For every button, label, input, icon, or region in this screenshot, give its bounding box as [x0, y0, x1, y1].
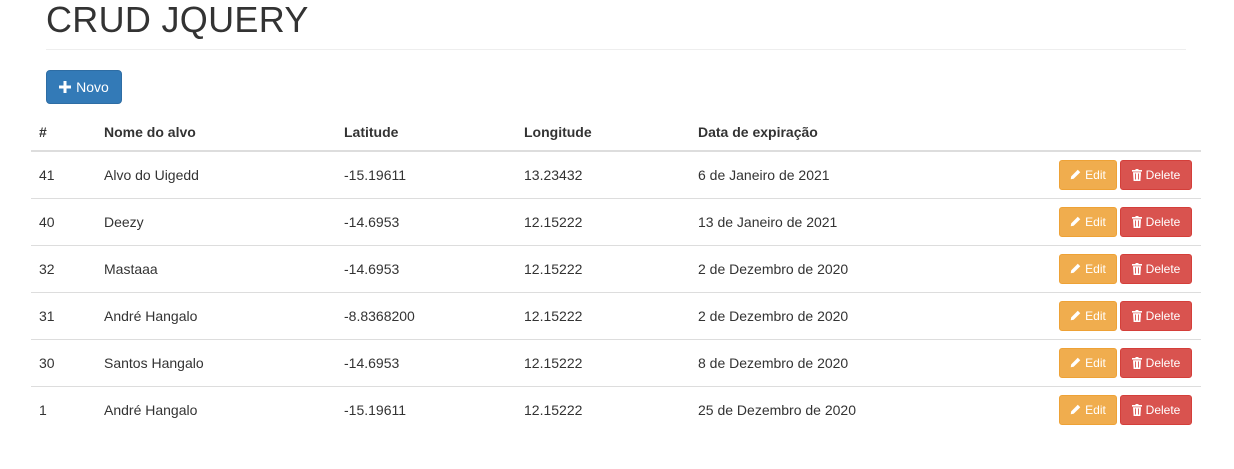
cell-name: Alvo do Uigedd [104, 166, 199, 183]
trash-icon [1131, 262, 1142, 275]
cell-name: Santos Hangalo [96, 338, 336, 386]
trash-icon [1131, 215, 1142, 228]
cell-longitude: 12.15222 [516, 291, 690, 339]
header-actions [990, 113, 1201, 152]
cell-expiry: 6 de Janeiro de 2021 [698, 166, 830, 183]
table-row: 31 André Hangalo -8.8368200 12.15222 2 de De… [31, 291, 1201, 339]
cell-expiry: 8 de Dezembro de 2020 [690, 338, 990, 386]
cell-actions: Edit Delete [990, 291, 1201, 339]
new-button-label: Novo [76, 79, 109, 95]
pencil-icon [1070, 216, 1081, 227]
cell-name: Deezy [96, 197, 336, 245]
cell-expiry: 2 de Dezembro de 2020 [690, 291, 990, 339]
delete-button[interactable]: Delete [1120, 347, 1192, 378]
cell-longitude: 13.23432 [524, 166, 583, 183]
edit-button-label: Edit [1085, 261, 1106, 276]
cell-actions: Edit Delete [990, 151, 1201, 198]
pencil-icon [1070, 404, 1081, 415]
delete-button-label: Delete [1145, 214, 1181, 229]
cell-latitude: -15.19611 [344, 166, 407, 183]
cell-actions: Edit Delete [990, 385, 1201, 433]
cell-longitude: 12.15222 [516, 385, 690, 433]
edit-button[interactable]: Edit [1059, 253, 1117, 284]
cell-id: 32 [31, 244, 96, 292]
trash-icon [1131, 309, 1142, 322]
cell-longitude: 12.15222 [516, 244, 690, 292]
cell-id: 31 [31, 291, 96, 339]
header-latitude: Latitude [336, 113, 516, 152]
table-row: 30 Santos Hangalo -14.6953 12.15222 8 de Dez… [31, 338, 1201, 386]
edit-button-label: Edit [1085, 308, 1106, 323]
table-row: 41 Alvo do Uigedd -15.19611 13.23432 6 de Ja… [31, 151, 1201, 198]
cell-actions: Edit Delete [990, 244, 1201, 292]
cell-actions: Edit Delete [990, 197, 1201, 245]
edit-button[interactable]: Edit [1059, 206, 1117, 237]
cell-longitude: 12.15222 [516, 197, 690, 245]
cell-longitude: 12.15222 [516, 338, 690, 386]
edit-button-label: Edit [1085, 402, 1106, 417]
edit-button-label: Edit [1085, 167, 1106, 182]
cell-name: André Hangalo [96, 385, 336, 433]
cell-expiry: 25 de Dezembro de 2020 [690, 385, 990, 433]
delete-button-label: Delete [1145, 167, 1181, 182]
delete-button[interactable]: Delete [1120, 300, 1192, 331]
delete-button-label: Delete [1145, 402, 1181, 417]
header-expiry: Data de expiração [690, 113, 990, 152]
targets-table: # Nome do alvo Latitude Longitude Data d… [31, 113, 1201, 433]
page-title: CRUD JQUERY [46, 0, 309, 40]
cell-id: 30 [31, 338, 96, 386]
cell-actions: Edit Delete [990, 338, 1201, 386]
pencil-icon [1070, 169, 1081, 180]
cell-latitude: -14.6953 [336, 338, 516, 386]
edit-button-label: Edit [1085, 214, 1106, 229]
cell-expiry: 13 de Janeiro de 2021 [690, 197, 990, 245]
pencil-icon [1070, 263, 1081, 274]
trash-icon [1131, 403, 1142, 416]
table-row: 40 Deezy -14.6953 12.15222 13 de Janeiro de … [31, 197, 1201, 245]
new-button[interactable]: Novo [46, 70, 122, 104]
cell-latitude: -15.19611 [336, 385, 516, 433]
delete-button[interactable]: Delete [1120, 159, 1192, 190]
delete-button-label: Delete [1145, 261, 1181, 276]
cell-latitude: -14.6953 [336, 244, 516, 292]
delete-button-label: Delete [1145, 308, 1181, 323]
cell-name: André Hangalo [96, 291, 336, 339]
cell-id: 1 [31, 385, 96, 433]
edit-button[interactable]: Edit [1059, 347, 1117, 378]
pencil-icon [1070, 357, 1081, 368]
edit-button[interactable]: Edit [1059, 394, 1117, 425]
cell-name: Mastaaa [96, 244, 336, 292]
trash-icon [1131, 356, 1142, 369]
cell-latitude: -8.8368200 [336, 291, 516, 339]
edit-button[interactable]: Edit [1059, 159, 1117, 190]
cell-id: 41 [39, 166, 55, 183]
plus-icon [59, 81, 72, 93]
cell-latitude: -14.6953 [336, 197, 516, 245]
title-divider [46, 49, 1186, 50]
delete-button[interactable]: Delete [1120, 394, 1192, 425]
delete-button-label: Delete [1145, 355, 1181, 370]
table-header-row: # Nome do alvo Latitude Longitude Data d… [31, 113, 1201, 152]
header-id: # [31, 113, 96, 152]
table-row: 1 André Hangalo -15.19611 12.15222 25 de Dez… [31, 385, 1201, 433]
cell-id: 40 [31, 197, 96, 245]
delete-button[interactable]: Delete [1120, 253, 1192, 284]
delete-button[interactable]: Delete [1120, 206, 1192, 237]
table-row: 32 Mastaaa -14.6953 12.15222 2 de Dezembro d… [31, 244, 1201, 292]
cell-expiry: 2 de Dezembro de 2020 [690, 244, 990, 292]
edit-button[interactable]: Edit [1059, 300, 1117, 331]
trash-icon [1131, 168, 1142, 181]
header-longitude: Longitude [516, 113, 690, 152]
edit-button-label: Edit [1085, 355, 1106, 370]
pencil-icon [1070, 310, 1081, 321]
header-name: Nome do alvo [96, 113, 336, 152]
